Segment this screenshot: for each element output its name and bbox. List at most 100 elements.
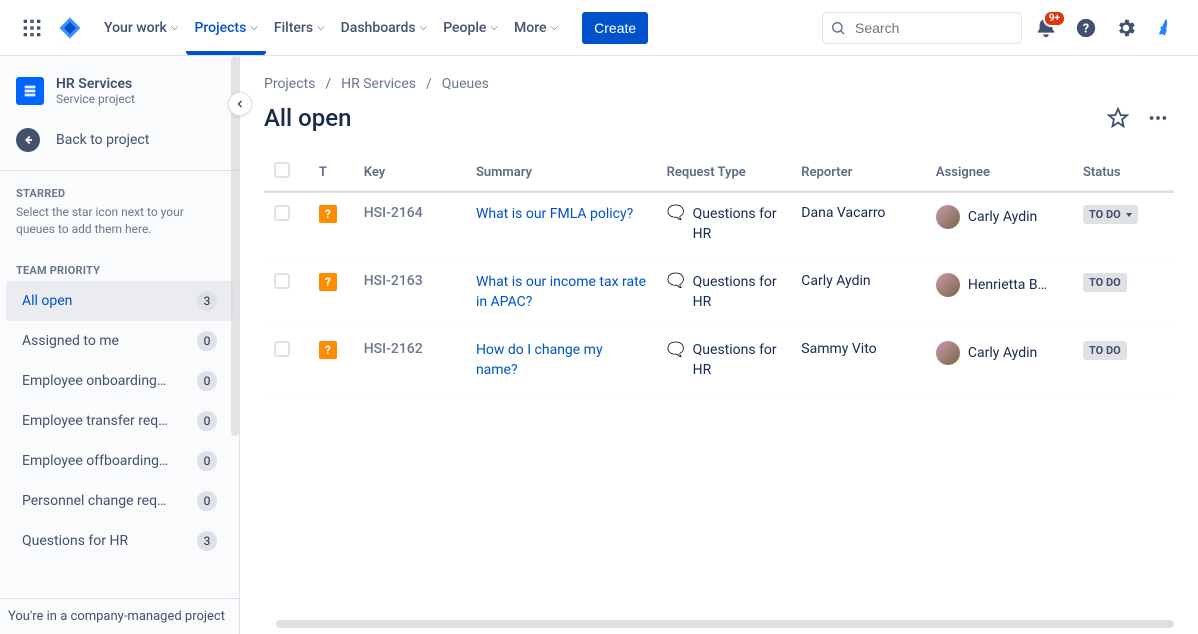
issue-key[interactable]: HSI-2162 <box>354 327 466 395</box>
queue-count-badge: 0 <box>197 331 217 351</box>
column-header-type[interactable]: T <box>309 154 354 191</box>
breadcrumb-link[interactable]: Projects <box>264 76 315 92</box>
breadcrumb-separator: / <box>426 76 432 92</box>
issue-key[interactable]: HSI-2163 <box>354 259 466 327</box>
column-header-key[interactable]: Key <box>354 154 466 191</box>
queue-item[interactable]: Employee transfer req… 0 <box>6 401 233 441</box>
starred-hint: Select the star icon next to your queues… <box>0 204 239 246</box>
queue-label: Employee offboarding… <box>22 453 168 469</box>
star-button[interactable] <box>1102 102 1134 134</box>
request-type-icon: 🗨️ <box>667 273 685 291</box>
nav-item-people[interactable]: People⌵ <box>435 0 506 55</box>
column-header-request-type[interactable]: Request Type <box>657 154 792 191</box>
more-actions-button[interactable] <box>1142 102 1174 134</box>
avatar-icon <box>936 205 960 229</box>
queue-label: All open <box>22 293 72 309</box>
horizontal-scrollbar[interactable] <box>276 620 1174 628</box>
queue-item[interactable]: Questions for HR 3 <box>6 521 233 561</box>
queue-label: Assigned to me <box>22 333 119 349</box>
row-checkbox[interactable] <box>274 273 290 289</box>
queue-count-badge: 0 <box>197 451 217 471</box>
avatar-icon <box>936 273 960 297</box>
assignee-cell: Carly Aydin <box>936 205 1063 229</box>
issue-type-icon: ? <box>319 205 337 223</box>
breadcrumb: Projects / HR Services / Queues <box>264 76 1174 92</box>
table-row: ? HSI-2162 How do I change my name? 🗨️Qu… <box>264 327 1174 395</box>
issue-key[interactable]: HSI-2164 <box>354 191 466 259</box>
project-header: HR Services Service project <box>0 56 239 118</box>
issue-type-icon: ? <box>319 273 337 291</box>
select-all-checkbox[interactable] <box>274 162 290 178</box>
queue-label: Personnel change req… <box>22 493 166 509</box>
table-row: ? HSI-2163 What is our income tax rate i… <box>264 259 1174 327</box>
back-label: Back to project <box>56 132 149 148</box>
atlassian-icon[interactable] <box>1150 12 1182 44</box>
issue-type-icon: ? <box>319 341 337 359</box>
create-button[interactable]: Create <box>582 12 648 44</box>
assignee-cell: Carly Aydin <box>936 341 1063 365</box>
row-checkbox[interactable] <box>274 341 290 357</box>
queue-count-badge: 0 <box>197 411 217 431</box>
arrow-left-icon <box>16 128 40 152</box>
team-priority-heading: Team priority <box>0 256 239 281</box>
project-type: Service project <box>56 92 135 106</box>
status-lozenge[interactable]: TO DO <box>1083 273 1127 292</box>
queue-item[interactable]: Assigned to me 0 <box>6 321 233 361</box>
column-header-reporter[interactable]: Reporter <box>791 154 926 191</box>
main-content: Projects / HR Services / Queues All open <box>240 56 1198 634</box>
request-type: 🗨️Questions for HR <box>667 205 782 244</box>
column-header-summary[interactable]: Summary <box>466 154 657 191</box>
breadcrumb-link[interactable]: Queues <box>442 76 489 92</box>
queue-item[interactable]: All open3 <box>6 281 233 321</box>
status-lozenge[interactable]: TO DO <box>1083 341 1127 360</box>
starred-heading: Starred <box>0 179 239 204</box>
issue-summary-link[interactable]: What is our FMLA policy? <box>476 206 633 222</box>
queue-item[interactable]: Employee offboarding… 0 <box>6 441 233 481</box>
svg-text:?: ? <box>1083 21 1089 36</box>
nav-item-dashboards[interactable]: Dashboards⌵ <box>333 0 436 55</box>
notification-badge: 9+ <box>1043 10 1066 27</box>
column-header-assignee[interactable]: Assignee <box>926 154 1073 191</box>
nav-item-projects[interactable]: Projects⌵ <box>186 0 265 55</box>
help-icon[interactable]: ? <box>1070 12 1102 44</box>
queue-item[interactable]: Personnel change req… 0 <box>6 481 233 521</box>
chevron-down-icon: ⌵ <box>317 22 325 33</box>
breadcrumb-separator: / <box>325 76 331 92</box>
chevron-down-icon: ⌵ <box>551 22 559 33</box>
project-name: HR Services <box>56 76 135 92</box>
nav-item-your-work[interactable]: Your work⌵ <box>96 0 186 55</box>
top-navigation: Your work⌵Projects⌵Filters⌵Dashboards⌵Pe… <box>0 0 1198 56</box>
status-lozenge[interactable]: TO DO <box>1083 205 1138 224</box>
nav-item-filters[interactable]: Filters⌵ <box>266 0 333 55</box>
chevron-down-icon: ⌵ <box>490 22 498 33</box>
queue-count-badge: 0 <box>197 491 217 511</box>
breadcrumb-link[interactable]: HR Services <box>341 76 416 92</box>
collapse-sidebar-button[interactable] <box>228 92 252 116</box>
request-type-icon: 🗨️ <box>667 205 685 223</box>
row-checkbox[interactable] <box>274 205 290 221</box>
page-title: All open <box>264 104 1102 132</box>
sidebar-footer: You're in a company-managed project <box>0 598 239 634</box>
column-header-status[interactable]: Status <box>1073 154 1174 191</box>
nav-item-more[interactable]: More⌵ <box>506 0 566 55</box>
back-to-project-link[interactable]: Back to project <box>0 118 239 162</box>
settings-icon[interactable] <box>1110 12 1142 44</box>
chevron-down-icon: ⌵ <box>250 22 258 33</box>
notifications-icon[interactable]: 9+ <box>1030 12 1062 44</box>
jira-logo-icon[interactable] <box>56 14 84 42</box>
search-icon <box>830 20 846 40</box>
issue-summary-link[interactable]: What is our income tax rate in APAC? <box>476 274 646 310</box>
request-type: 🗨️Questions for HR <box>667 341 782 380</box>
app-switcher-icon[interactable] <box>16 12 48 44</box>
reporter-cell: Carly Aydin <box>791 259 926 327</box>
queue-count-badge: 3 <box>197 531 217 551</box>
search-input[interactable] <box>822 12 1022 44</box>
queue-label: Employee transfer req… <box>22 413 168 429</box>
queue-item[interactable]: Employee onboarding…0 <box>6 361 233 401</box>
request-type-icon: 🗨️ <box>667 341 685 359</box>
issue-summary-link[interactable]: How do I change my name? <box>476 342 603 378</box>
queue-label: Questions for HR <box>22 533 128 549</box>
sidebar: HR Services Service project Back to proj… <box>0 56 240 634</box>
request-type: 🗨️Questions for HR <box>667 273 782 312</box>
queue-count-badge: 0 <box>197 371 217 391</box>
